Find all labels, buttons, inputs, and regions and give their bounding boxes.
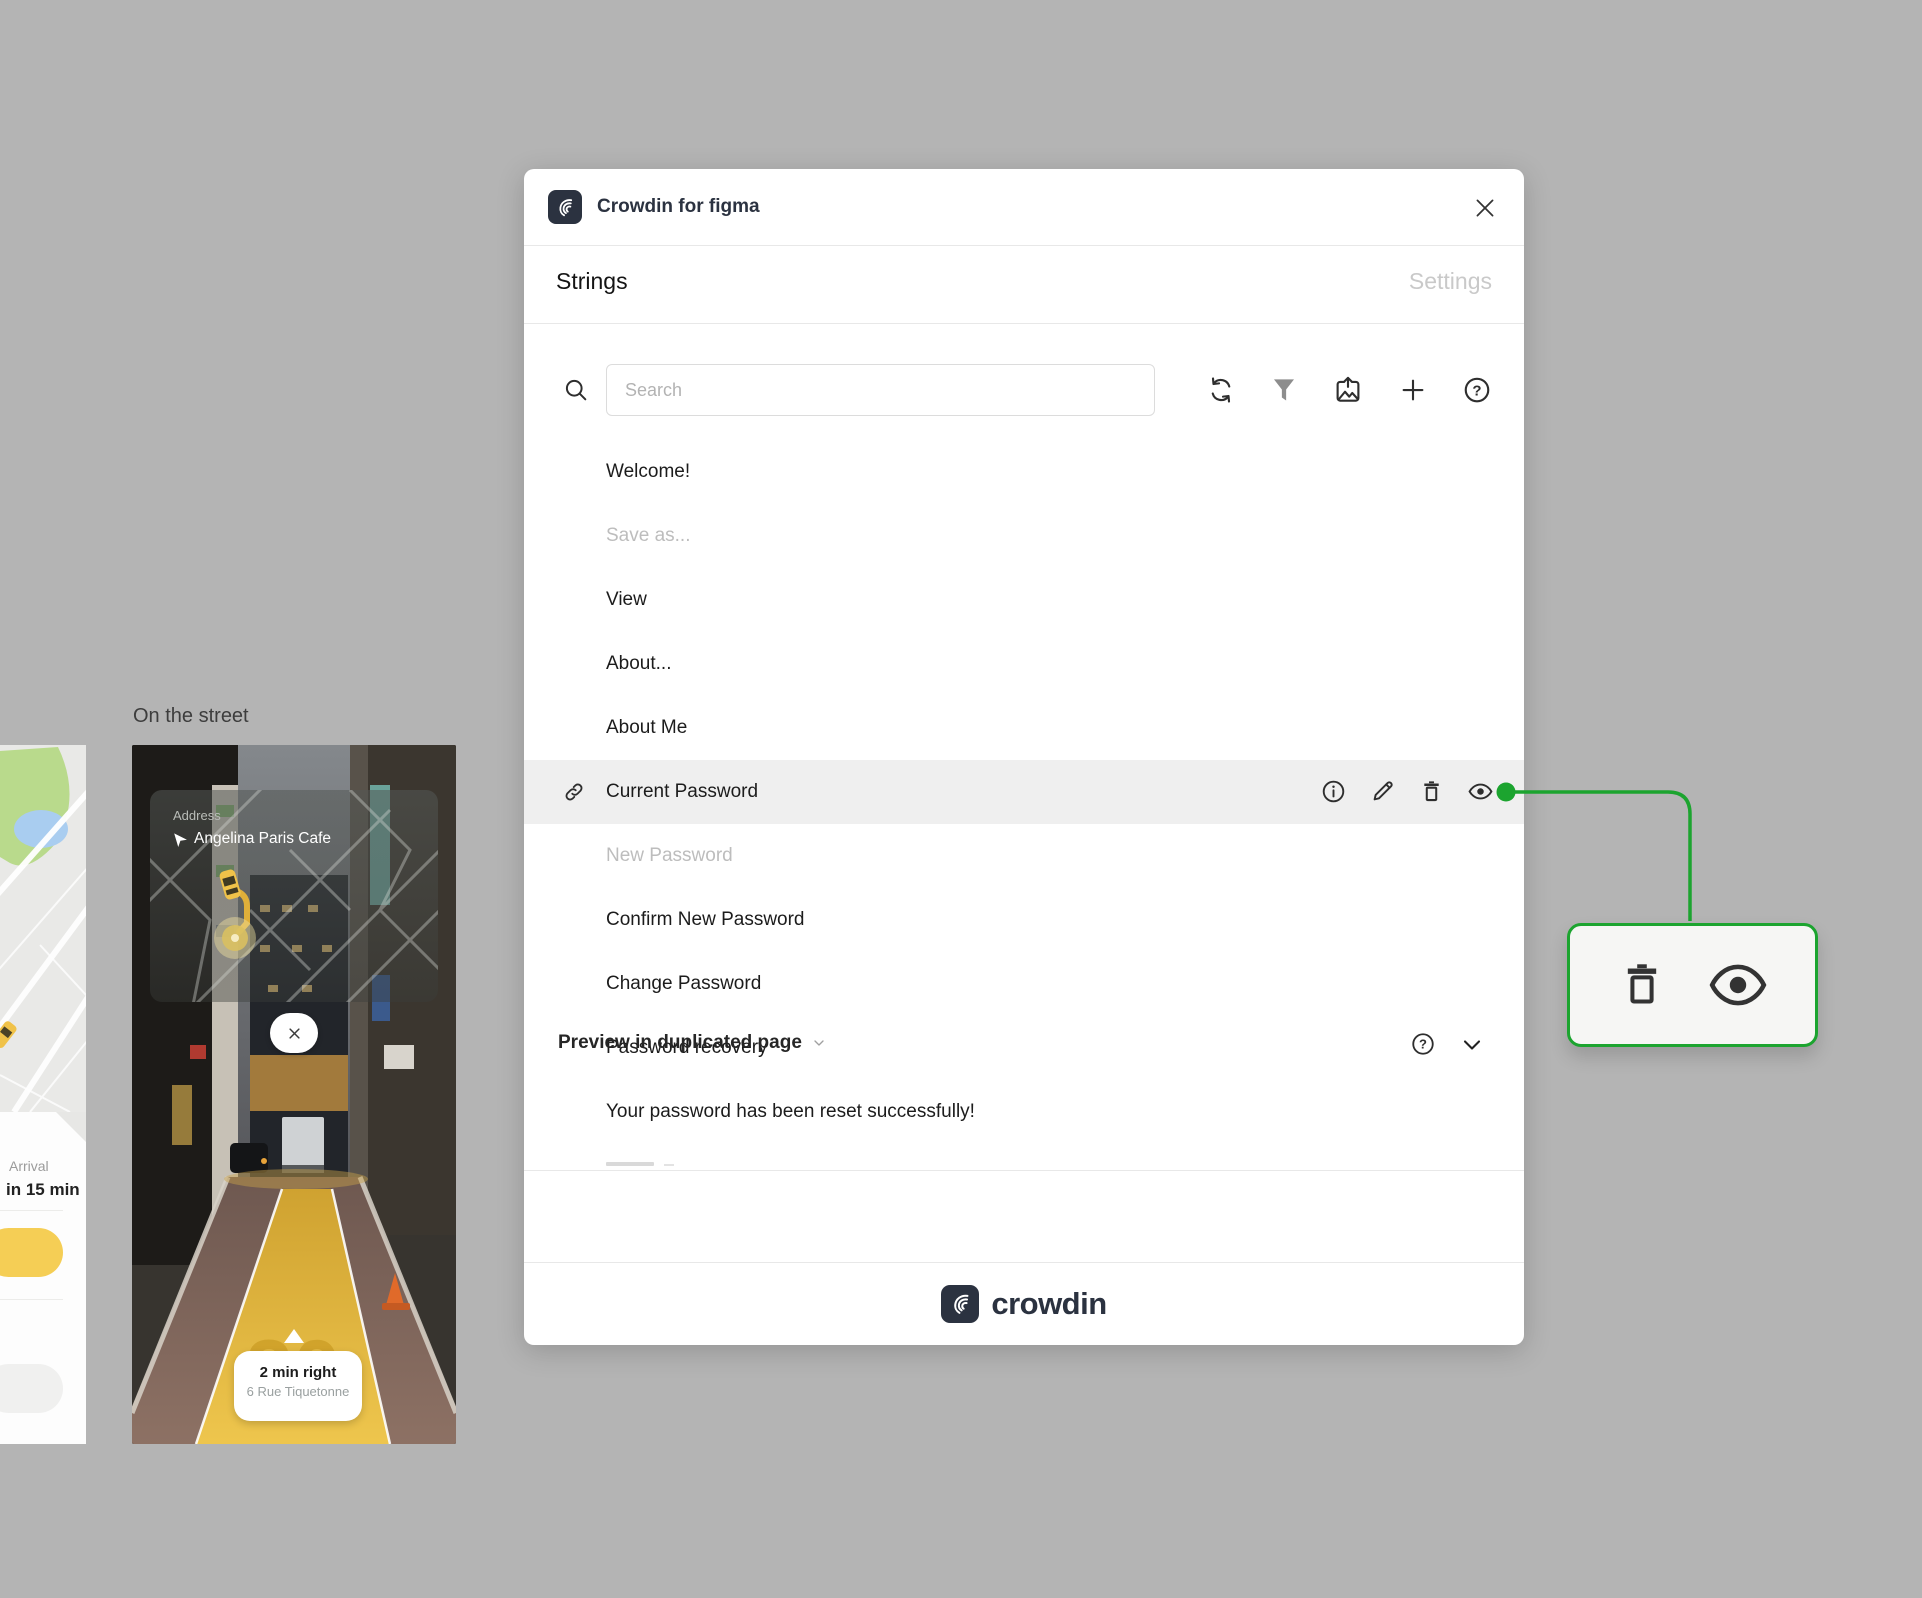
arrival-value: in 15 min (6, 1180, 80, 1199)
crowdin-plugin-window: Crowdin for figma Strings Settings Searc… (524, 169, 1524, 1345)
divider (524, 245, 1524, 246)
divider (0, 1299, 63, 1300)
crowdin-brand: crowdin (524, 1262, 1524, 1345)
trash-icon[interactable] (1619, 960, 1665, 1010)
tab-settings[interactable]: Settings (1409, 268, 1492, 295)
map-image (0, 745, 86, 1112)
arrival-label: Arrival (9, 1158, 49, 1174)
string-row[interactable]: Confirm New Password (524, 888, 1524, 952)
string-label: About Me (606, 717, 688, 738)
string-label: Welcome! (606, 461, 691, 482)
eye-icon[interactable] (1709, 963, 1767, 1007)
preview-mode-label: Preview in duplicated page (558, 1032, 802, 1053)
direction-subtitle: 6 Rue Tiquetonne (246, 1384, 350, 1399)
string-label: Current Password (606, 781, 759, 802)
info-icon[interactable] (1320, 778, 1347, 805)
string-label: Save as... (606, 525, 691, 546)
string-actions (1320, 778, 1494, 805)
actions-callout (1567, 923, 1818, 1047)
card-fold (56, 1112, 86, 1142)
dismiss-route-button[interactable] (270, 1013, 318, 1053)
navigation-arrow-icon (174, 833, 187, 847)
divider (0, 1210, 63, 1211)
ar-navigation-phone-mockup: 20 Address (132, 745, 456, 1444)
preview-mode-selector[interactable]: Preview in duplicated page (558, 1032, 827, 1054)
crowdin-logo-icon (941, 1284, 980, 1323)
link-icon (565, 783, 583, 801)
help-icon[interactable]: ? (1462, 375, 1492, 405)
eye-icon[interactable] (1467, 778, 1494, 805)
crowdin-wordmark: crowdin (991, 1285, 1107, 1321)
trash-icon[interactable] (1418, 778, 1445, 805)
left-phone-mockup: Arrival in 15 min (0, 745, 86, 1444)
connector-dot (1497, 783, 1515, 801)
edit-icon[interactable] (1369, 778, 1396, 805)
plus-icon[interactable] (1398, 375, 1428, 405)
search-input[interactable] (606, 364, 1155, 416)
divider (524, 1170, 1524, 1171)
string-row[interactable]: Welcome! (524, 440, 1524, 504)
string-label: Change Password (606, 973, 762, 994)
string-label: Confirm New Password (606, 909, 805, 930)
svg-text:?: ? (1419, 1037, 1427, 1052)
chevron-down-small-icon (814, 1040, 824, 1046)
direction-card: 2 min right 6 Rue Tiquetonne (234, 1351, 362, 1421)
filter-icon[interactable] (1269, 375, 1299, 405)
clipped-string-item (606, 1162, 654, 1166)
string-row[interactable]: About Me (524, 696, 1524, 760)
chevron-down-icon[interactable] (1460, 1033, 1484, 1057)
search-icon (565, 379, 587, 401)
figma-canvas: Arrival in 15 min On the street Address … (0, 0, 1922, 1598)
clipped-string-item (664, 1164, 674, 1166)
secondary-action-button[interactable] (0, 1364, 63, 1413)
refresh-icon[interactable] (1206, 375, 1236, 405)
taxi-icon (219, 869, 241, 900)
svg-text:?: ? (1472, 382, 1481, 399)
string-row[interactable]: View (524, 568, 1524, 632)
direction-arrow-icon (284, 1329, 304, 1343)
artboard-title: On the street (133, 705, 249, 727)
divider (524, 323, 1524, 324)
string-row[interactable]: Current Password (524, 760, 1524, 824)
window-title: Crowdin for figma (597, 196, 760, 217)
close-icon (288, 1027, 300, 1039)
image-upload-icon[interactable] (1333, 375, 1363, 405)
string-row[interactable]: New Password (524, 824, 1524, 888)
primary-action-button[interactable] (0, 1228, 63, 1277)
string-row[interactable]: About... (524, 632, 1524, 696)
string-row[interactable]: Change Password (524, 952, 1524, 1016)
close-icon[interactable] (1472, 195, 1498, 221)
string-label: View (606, 589, 647, 610)
address-card: Address Angelina Paris Cafe (150, 790, 438, 1002)
string-row[interactable]: Your password has been reset successfull… (524, 1080, 1524, 1144)
arrival-card: Arrival in 15 min (0, 1112, 86, 1444)
help-icon[interactable]: ? (1410, 1031, 1436, 1057)
string-label: New Password (606, 845, 733, 866)
crowdin-logo-icon (548, 190, 582, 224)
string-row[interactable]: Save as... (524, 504, 1524, 568)
string-label: About... (606, 653, 672, 674)
string-label: Your password has been reset successfull… (606, 1101, 975, 1122)
address-value: Angelina Paris Cafe (194, 830, 331, 847)
address-field-label: Address (173, 808, 221, 823)
direction-title: 2 min right (259, 1364, 337, 1381)
tab-strings[interactable]: Strings (556, 268, 628, 295)
